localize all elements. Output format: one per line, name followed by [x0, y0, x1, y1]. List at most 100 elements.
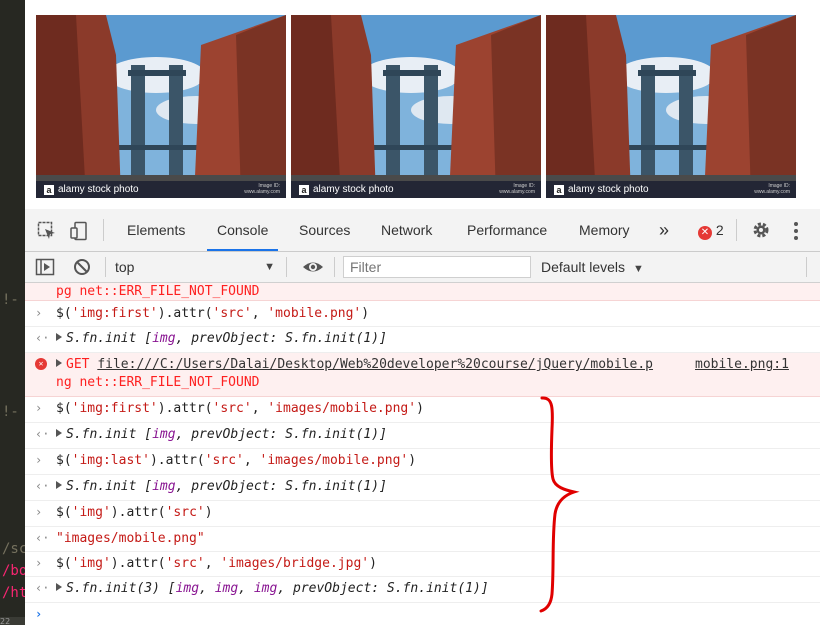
command-text: $('img:first').attr('src', 'images/mobil…	[56, 401, 424, 416]
tabbar-separator	[736, 219, 737, 241]
toolbar-separator	[334, 257, 335, 277]
console-output-row[interactable]: ‹· S.fn.init(3) [img, img, img, prevObje…	[25, 577, 820, 603]
command-text: $('img:first').attr('src', 'mobile.png')	[56, 306, 370, 321]
tabbar-separator	[103, 219, 104, 241]
watermark-bar: a alamy stock photo Image ID: www.alamy.c…	[291, 181, 541, 198]
result-object: S.fn.init [img, prevObject: S.fn.init(1)…	[56, 478, 387, 495]
console-error-row[interactable]: ✕ GET file:///C:/Users/Dalai/Desktop/Web…	[25, 353, 820, 397]
settings-gear-icon[interactable]	[751, 220, 771, 240]
bridge-image	[291, 15, 541, 198]
expand-triangle-icon[interactable]	[56, 333, 62, 341]
error-circle-icon: ✕	[35, 358, 47, 370]
return-arrow-icon: ‹·	[35, 581, 50, 595]
page-preview: a alamy stock photo Image ID: www.alamy.c…	[25, 0, 820, 209]
toolbar-separator	[105, 257, 106, 277]
watermark-small: Image ID: www.alamy.com	[499, 183, 535, 195]
toolbar-separator	[286, 257, 287, 277]
watermark-text: alamy stock photo	[58, 184, 139, 195]
tab-network[interactable]: Network	[381, 209, 432, 251]
editor-fragment: /ht	[2, 585, 25, 601]
tab-sources[interactable]: Sources	[299, 209, 350, 251]
dropdown-arrow-icon: ▼	[264, 261, 275, 273]
kebab-menu-icon[interactable]	[793, 221, 799, 241]
return-arrow-icon: ‹·	[35, 479, 50, 493]
editor-fragment: /sc	[2, 541, 25, 557]
tab-performance[interactable]: Performance	[467, 209, 547, 251]
return-arrow-icon: ‹·	[35, 331, 50, 345]
expand-triangle-icon[interactable]	[56, 481, 62, 489]
more-tabs-icon[interactable]: »	[659, 209, 669, 251]
site-text: www.alamy.com	[499, 189, 535, 195]
error-count-badge[interactable]: ✕ 2	[698, 222, 724, 240]
console-input-row[interactable]: › $('img:first').attr('src', 'images/mob…	[25, 397, 820, 423]
code-editor-strip: !- !- /sc /bo /ht 22	[0, 0, 25, 625]
watermark-text: alamy stock photo	[313, 184, 394, 195]
error-source-link[interactable]: mobile.png:1	[695, 356, 789, 373]
bridge-image	[36, 15, 286, 198]
chevron-right-icon: ›	[35, 401, 43, 415]
return-arrow-icon: ‹·	[35, 531, 50, 545]
console-input-row[interactable]: › $('img').attr('src', 'images/bridge.jp…	[25, 552, 820, 577]
editor-fragment: !-	[2, 292, 19, 308]
site-text: www.alamy.com	[244, 189, 280, 195]
watermark-small: Image ID: www.alamy.com	[754, 183, 790, 195]
console-output-row[interactable]: ‹· S.fn.init [img, prevObject: S.fn.init…	[25, 475, 820, 501]
result-object: S.fn.init [img, prevObject: S.fn.init(1)…	[56, 330, 387, 347]
command-text: $('img:last').attr('src', 'images/mobile…	[56, 453, 417, 468]
expand-triangle-icon[interactable]	[56, 359, 62, 367]
editor-fragment: /bo	[2, 563, 25, 579]
tab-memory[interactable]: Memory	[579, 209, 630, 251]
chevron-right-icon: ›	[35, 306, 43, 320]
error-message: GET file:///C:/Users/Dalai/Desktop/Web%2…	[56, 356, 653, 373]
result-object: S.fn.init(3) [img, img, img, prevObject:…	[56, 580, 489, 597]
alamy-logo-icon: a	[554, 185, 564, 195]
command-text: $('img').attr('src')	[56, 505, 213, 520]
line-number: 22	[0, 617, 11, 625]
sidebar-toggle-icon[interactable]	[35, 257, 55, 277]
watermark-bar: a alamy stock photo Image ID: www.alamy.c…	[36, 181, 286, 198]
console-error-tail: pg net::ERR_FILE_NOT_FOUND	[25, 283, 820, 301]
live-expression-eye-icon[interactable]	[302, 257, 324, 277]
inspect-element-icon[interactable]	[37, 221, 57, 241]
context-selector[interactable]: top ▼	[115, 256, 275, 278]
console-output-row[interactable]: ‹· S.fn.init [img, prevObject: S.fn.init…	[25, 423, 820, 449]
devtools-tabbar: Elements Console Sources Network Perform…	[25, 209, 820, 252]
error-message: pg net::ERR_FILE_NOT_FOUND	[56, 284, 260, 299]
expand-triangle-icon[interactable]	[56, 583, 62, 591]
prompt-chevron-icon: ›	[35, 607, 43, 621]
chevron-right-icon: ›	[35, 453, 43, 467]
levels-value: Default levels	[541, 259, 626, 275]
console-result-row[interactable]: ‹· "images/mobile.png"	[25, 527, 820, 552]
tab-console[interactable]: Console	[206, 209, 279, 251]
site-text: www.alamy.com	[754, 189, 790, 195]
error-icon: ✕	[698, 226, 712, 240]
error-count: 2	[715, 222, 724, 238]
dropdown-arrow-icon: ▼	[632, 263, 644, 275]
console-input-row[interactable]: › $('img').attr('src')	[25, 501, 820, 527]
command-text: $('img').attr('src', 'images/bridge.jpg'…	[56, 556, 377, 571]
context-value: top	[115, 259, 135, 275]
result-object: S.fn.init [img, prevObject: S.fn.init(1)…	[56, 426, 387, 443]
chevron-right-icon: ›	[35, 556, 43, 570]
console-input-row[interactable]: › $('img:last').attr('src', 'images/mobi…	[25, 449, 820, 475]
toolbar-separator	[806, 257, 807, 277]
console-output-row[interactable]: ‹· S.fn.init [img, prevObject: S.fn.init…	[25, 327, 820, 353]
filter-input[interactable]	[343, 256, 531, 278]
clear-console-icon[interactable]	[72, 257, 92, 277]
tab-elements[interactable]: Elements	[127, 209, 185, 251]
bridge-photo: a alamy stock photo Image ID: www.alamy.c…	[546, 15, 796, 198]
watermark-bar: a alamy stock photo Image ID: www.alamy.c…	[546, 181, 796, 198]
error-url-link[interactable]: file:///C:/Users/Dalai/Desktop/Web%20dev…	[97, 357, 653, 372]
device-toolbar-icon[interactable]	[69, 221, 89, 241]
console-input-row[interactable]: › $('img:first').attr('src', 'mobile.png…	[25, 302, 820, 327]
editor-gutter: 22	[0, 617, 25, 625]
console-toolbar: top ▼ Default levels ▼	[25, 252, 820, 283]
log-levels-dropdown[interactable]: Default levels ▼	[541, 256, 644, 278]
bridge-photo: a alamy stock photo Image ID: www.alamy.c…	[291, 15, 541, 198]
alamy-logo-icon: a	[299, 185, 309, 195]
chevron-right-icon: ›	[35, 505, 43, 519]
expand-triangle-icon[interactable]	[56, 429, 62, 437]
watermark-text: alamy stock photo	[568, 184, 649, 195]
console-prompt[interactable]: ›	[25, 603, 820, 625]
console-output[interactable]: pg net::ERR_FILE_NOT_FOUND › $('img:firs…	[25, 283, 820, 625]
